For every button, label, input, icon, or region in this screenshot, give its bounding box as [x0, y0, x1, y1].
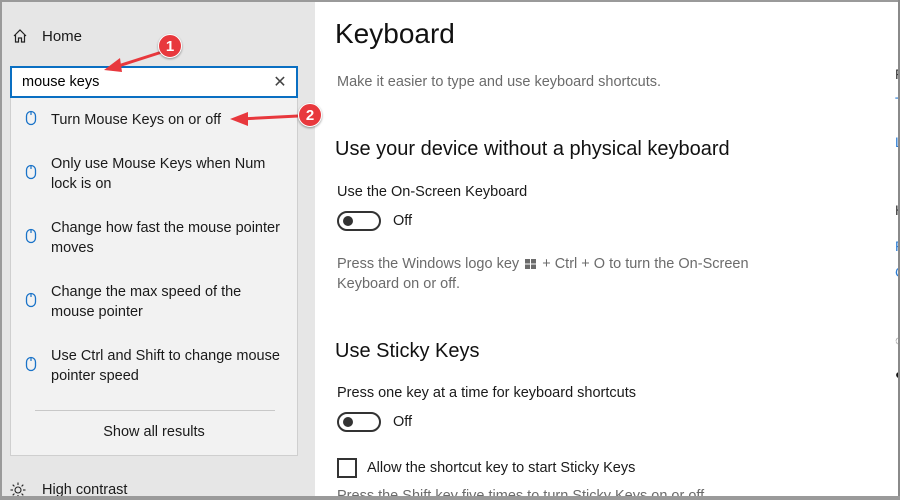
chat-icon[interactable]: ◌ [895, 332, 898, 348]
search-result-label: Change how fast the mouse pointer moves [51, 220, 280, 256]
page-subtitle: Make it easier to type and use keyboard … [337, 74, 662, 90]
show-all-results-button[interactable]: Show all results [11, 424, 297, 440]
home-icon [13, 29, 27, 43]
on-screen-keyboard-note: Press the Windows logo key + Ctrl + O to… [337, 254, 777, 294]
home-nav-item[interactable]: Home [12, 24, 82, 48]
search-result-label: Only use Mouse Keys when Num lock is on [51, 156, 266, 192]
sidebar: Home ✕ Turn Mouse Keys on or off Only us… [2, 2, 315, 498]
right-link-fragment[interactable]: F [895, 238, 898, 254]
annotation-badge-1: 1 [158, 34, 182, 58]
search-results-dropdown: Turn Mouse Keys on or off Only use Mouse… [10, 98, 298, 456]
toggle-knob [343, 216, 353, 226]
related-settings-panel: F T L H F C ◌ ● [875, 2, 898, 498]
sticky-keys-shortcut-label: Allow the shortcut key to start Sticky K… [367, 460, 636, 476]
mouse-icon [25, 292, 37, 308]
mouse-icon [25, 356, 37, 372]
right-link-fragment[interactable]: T [895, 94, 898, 110]
mouse-icon [25, 228, 37, 244]
annotation-badge-2: 2 [298, 103, 322, 127]
right-link-fragment[interactable]: L [895, 134, 898, 150]
mouse-icon [25, 110, 37, 126]
close-icon[interactable]: ✕ [272, 74, 288, 91]
toggle-knob [343, 417, 353, 427]
settings-window: Home ✕ Turn Mouse Keys on or off Only us… [0, 0, 898, 498]
on-screen-keyboard-toggle-state: Off [393, 213, 413, 229]
search-result-item[interactable]: Only use Mouse Keys when Num lock is on [11, 154, 297, 194]
search-result-item[interactable]: Change how fast the mouse pointer moves [11, 218, 297, 258]
right-fragment: F [895, 66, 898, 82]
sticky-keys-toggle[interactable] [337, 412, 381, 432]
sticky-keys-label: Press one key at a time for keyboard sho… [337, 385, 636, 401]
main-content: Keyboard Make it easier to type and use … [315, 2, 875, 498]
page-title: Keyboard [335, 18, 455, 49]
search-result-item[interactable]: Change the max speed of the mouse pointe… [11, 282, 297, 322]
results-divider [35, 410, 275, 411]
sticky-keys-toggle-state: Off [393, 414, 413, 430]
person-icon[interactable]: ● [895, 366, 898, 382]
search-result-label: Turn Mouse Keys on or off [51, 112, 222, 128]
on-screen-keyboard-label: Use the On-Screen Keyboard [337, 184, 528, 200]
search-box[interactable]: ✕ [10, 66, 298, 98]
section-heading-sticky-keys: Use Sticky Keys [335, 340, 480, 362]
on-screen-keyboard-toggle[interactable] [337, 211, 381, 231]
search-result-item[interactable]: Turn Mouse Keys on or off [11, 110, 297, 130]
search-input[interactable] [22, 74, 272, 90]
windows-logo-icon [525, 259, 537, 270]
home-label: Home [42, 27, 83, 45]
search-result-label: Use Ctrl and Shift to change mouse point… [51, 348, 280, 384]
search-result-label: Change the max speed of the mouse pointe… [51, 284, 242, 320]
window-bottom-edge [0, 496, 900, 500]
note-text-1: Press the Windows logo key [337, 256, 520, 272]
right-link-fragment[interactable]: C [895, 264, 898, 280]
right-fragment: H [895, 202, 898, 218]
sticky-keys-shortcut-checkbox[interactable] [337, 458, 357, 478]
search-result-item[interactable]: Use Ctrl and Shift to change mouse point… [11, 346, 297, 386]
section-heading-physical-keyboard: Use your device without a physical keybo… [335, 138, 730, 160]
mouse-icon [25, 164, 37, 180]
